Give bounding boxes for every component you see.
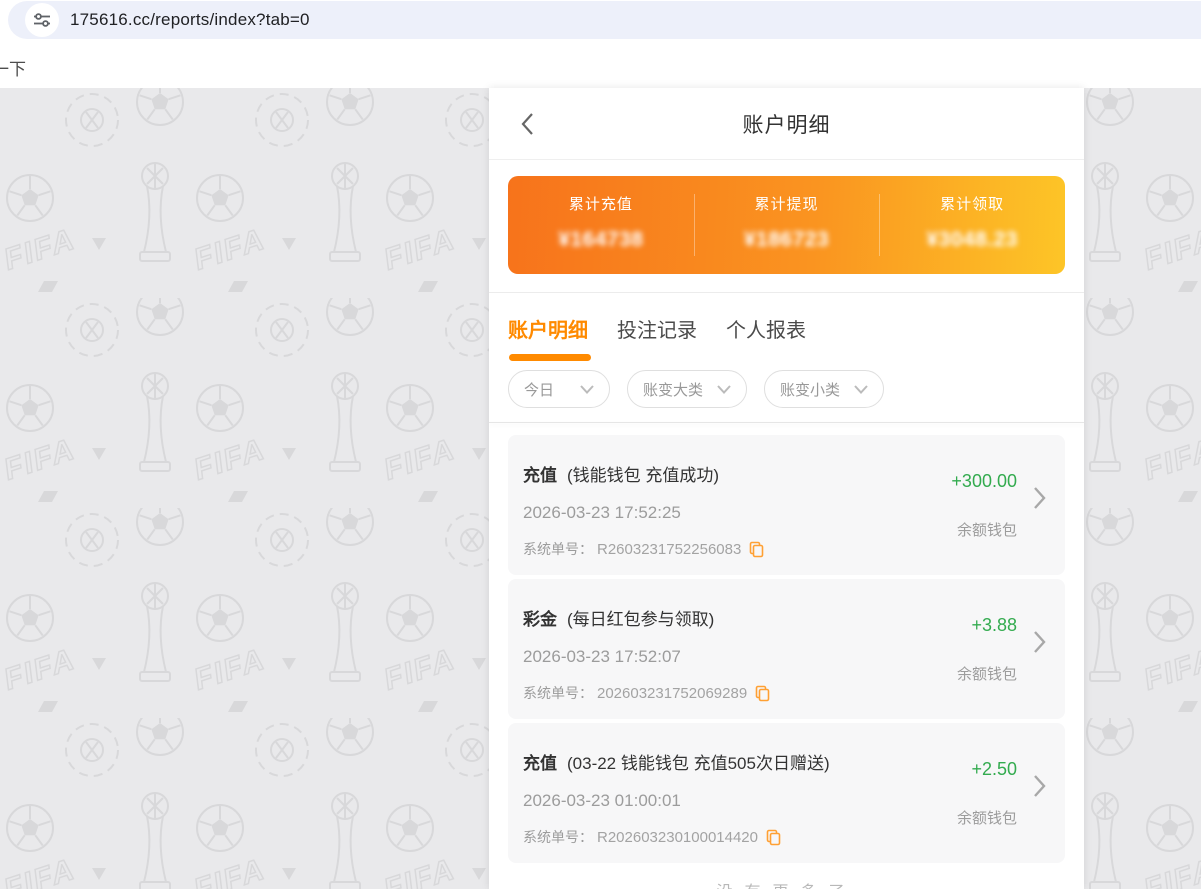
order-label: 系统单号： [523,683,593,703]
stat-label: 累计领取 [940,193,1004,214]
browser-toolbar: 175616.cc/reports/index?tab=0 [0,0,1201,40]
screen: FIFA 175616.cc/reports/ [0,0,1201,889]
record-type: 彩金 [523,605,557,630]
stat-total-claimed: 累计领取 ¥3048.23 [879,176,1065,274]
record-type: 充值 [523,749,557,774]
chevron-down-icon [580,385,594,394]
copy-icon [766,829,781,846]
stat-value-blurred: ¥186723 [744,228,829,252]
filter-label: 今日 [524,379,554,400]
stat-value-blurred: ¥164738 [558,228,643,252]
chevron-right-icon[interactable] [1033,774,1046,798]
chevron-down-icon [717,385,731,394]
tab-account-detail[interactable]: 账户明细 [508,314,588,343]
record-amount: +2.50 [971,759,1017,780]
record-wallet: 余额钱包 [957,519,1017,540]
back-button[interactable] [513,110,541,138]
filter-major-category-dropdown[interactable]: 账变大类 [627,370,747,408]
stat-divider [694,194,695,256]
site-settings-button[interactable] [25,3,59,37]
chevron-right-icon[interactable] [1033,486,1046,510]
stray-text: 一下 [0,55,26,80]
filters: 今日 账变大类 账变小类 [489,361,1084,422]
record-type: 充值 [523,461,557,486]
copy-button[interactable] [755,685,770,702]
order-number: R2603231752256083 [597,541,741,558]
record-item[interactable]: 充值 (03-22 钱能钱包 充值505次日赠送) 2026-03-23 01:… [508,723,1065,863]
no-more-text: 没有更多了 [489,878,1084,889]
filter-date-dropdown[interactable]: 今日 [508,370,610,408]
copy-button[interactable] [766,829,781,846]
stat-divider [879,194,880,256]
copy-icon [755,685,770,702]
record-desc: (每日红包参与领取) [567,605,714,630]
tab-personal-report[interactable]: 个人报表 [726,314,806,343]
record-list: 充值 (钱能钱包 充值成功) 2026-03-23 17:52:25 系统单号：… [489,423,1084,863]
record-item[interactable]: 彩金 (每日红包参与领取) 2026-03-23 17:52:07 系统单号： … [508,579,1065,719]
panel-header: 账户明细 [489,88,1084,160]
filter-label: 账变大类 [643,379,703,400]
copy-icon [749,541,764,558]
record-amount: +3.88 [971,615,1017,636]
chevron-right-icon[interactable] [1033,630,1046,654]
stats-card: 累计充值 ¥164738 累计提现 ¥186723 累计领取 ¥3048.23 [508,176,1065,274]
copy-button[interactable] [749,541,764,558]
filter-label: 账变小类 [780,379,840,400]
stats-section: 累计充值 ¥164738 累计提现 ¥186723 累计领取 ¥3048.23 [489,160,1084,292]
stat-label: 累计提现 [755,193,819,214]
record-desc: (03-22 钱能钱包 充值505次日赠送) [567,749,830,774]
address-bar[interactable]: 175616.cc/reports/index?tab=0 [8,1,1201,39]
page-top-strip: 一下 [0,40,1201,88]
order-label: 系统单号： [523,539,593,559]
order-label: 系统单号： [523,827,593,847]
stat-value-blurred: ¥3048.23 [926,228,1018,252]
record-wallet: 余额钱包 [957,807,1017,828]
tune-icon [33,11,51,29]
page-title: 账户明细 [743,109,831,139]
filter-minor-category-dropdown[interactable]: 账变小类 [764,370,884,408]
url-text[interactable]: 175616.cc/reports/index?tab=0 [70,1,310,39]
order-number: R202603230100014420 [597,829,758,846]
record-wallet: 余额钱包 [957,663,1017,684]
account-detail-panel: 账户明细 累计充值 ¥164738 累计提现 ¥186723 累计领取 ¥304… [489,88,1084,889]
record-item[interactable]: 充值 (钱能钱包 充值成功) 2026-03-23 17:52:25 系统单号：… [508,435,1065,575]
chevron-left-icon [521,113,534,135]
record-amount: +300.00 [951,471,1017,492]
chevron-down-icon [854,385,868,394]
stat-total-deposit: 累计充值 ¥164738 [508,176,694,274]
active-tab-underline [509,354,591,361]
order-number: 202603231752069289 [597,685,747,702]
stat-total-withdraw: 累计提现 ¥186723 [694,176,880,274]
tab-bet-records[interactable]: 投注记录 [617,314,697,343]
record-desc: (钱能钱包 充值成功) [567,461,719,486]
stat-label: 累计充值 [569,193,633,214]
tabs: 账户明细 投注记录 个人报表 [489,293,1084,343]
